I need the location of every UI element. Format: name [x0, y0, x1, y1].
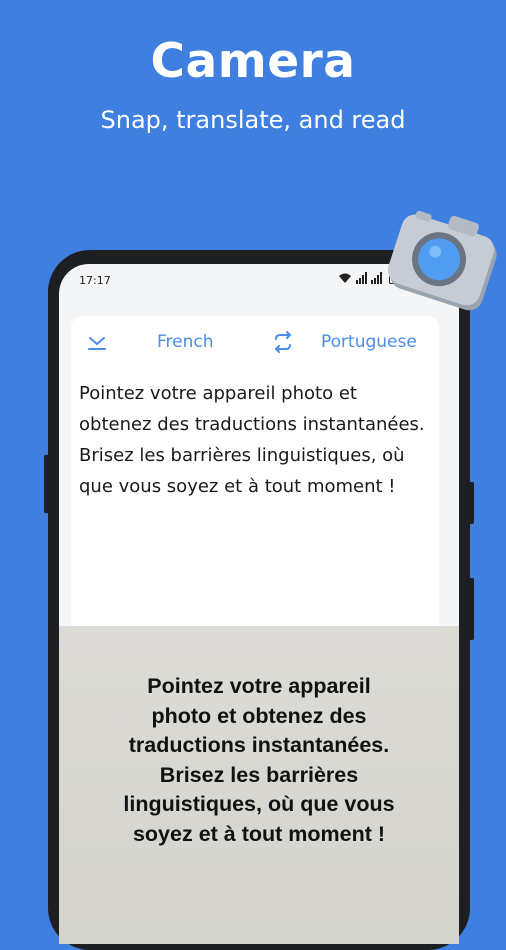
translation-card: French Portuguese Pointez votre appareil… [71, 316, 439, 626]
captured-text-line: linguistiques, où que vous [123, 792, 395, 816]
swap-icon[interactable] [270, 329, 296, 355]
phone-side-button-right-bottom [469, 578, 474, 640]
signal-icon [356, 272, 367, 284]
captured-text-line: Pointez votre appareil [147, 674, 371, 698]
camera-icon [387, 210, 497, 311]
source-text-area[interactable]: Pointez votre appareil photo et obtenez … [79, 378, 429, 502]
phone-screen: 17:17 French Portuguese Pointez votre ap… [59, 264, 459, 944]
captured-text-line: Brisez les barrières [159, 762, 359, 787]
chevron-down-icon[interactable] [85, 330, 109, 354]
phone-side-button-left [44, 455, 49, 513]
phone-side-button-right-top [469, 482, 474, 524]
captured-text-line: photo et obtenez des [151, 703, 367, 728]
status-time: 17:17 [79, 274, 111, 287]
source-language-selector[interactable]: French [157, 332, 214, 352]
promo-title: Camera [150, 34, 356, 89]
wifi-icon [339, 273, 351, 283]
captured-text: Pointez votre appareil photo et obtenez … [79, 672, 439, 849]
captured-text-line: soyez et à tout moment ! [132, 821, 386, 846]
promo-subtitle: Snap, translate, and read [100, 106, 406, 134]
captured-text-line: traductions instantanées. [128, 733, 390, 757]
target-language-selector[interactable]: Portuguese [321, 332, 417, 352]
camera-preview[interactable]: Pointez votre appareil photo et obtenez … [59, 626, 459, 944]
